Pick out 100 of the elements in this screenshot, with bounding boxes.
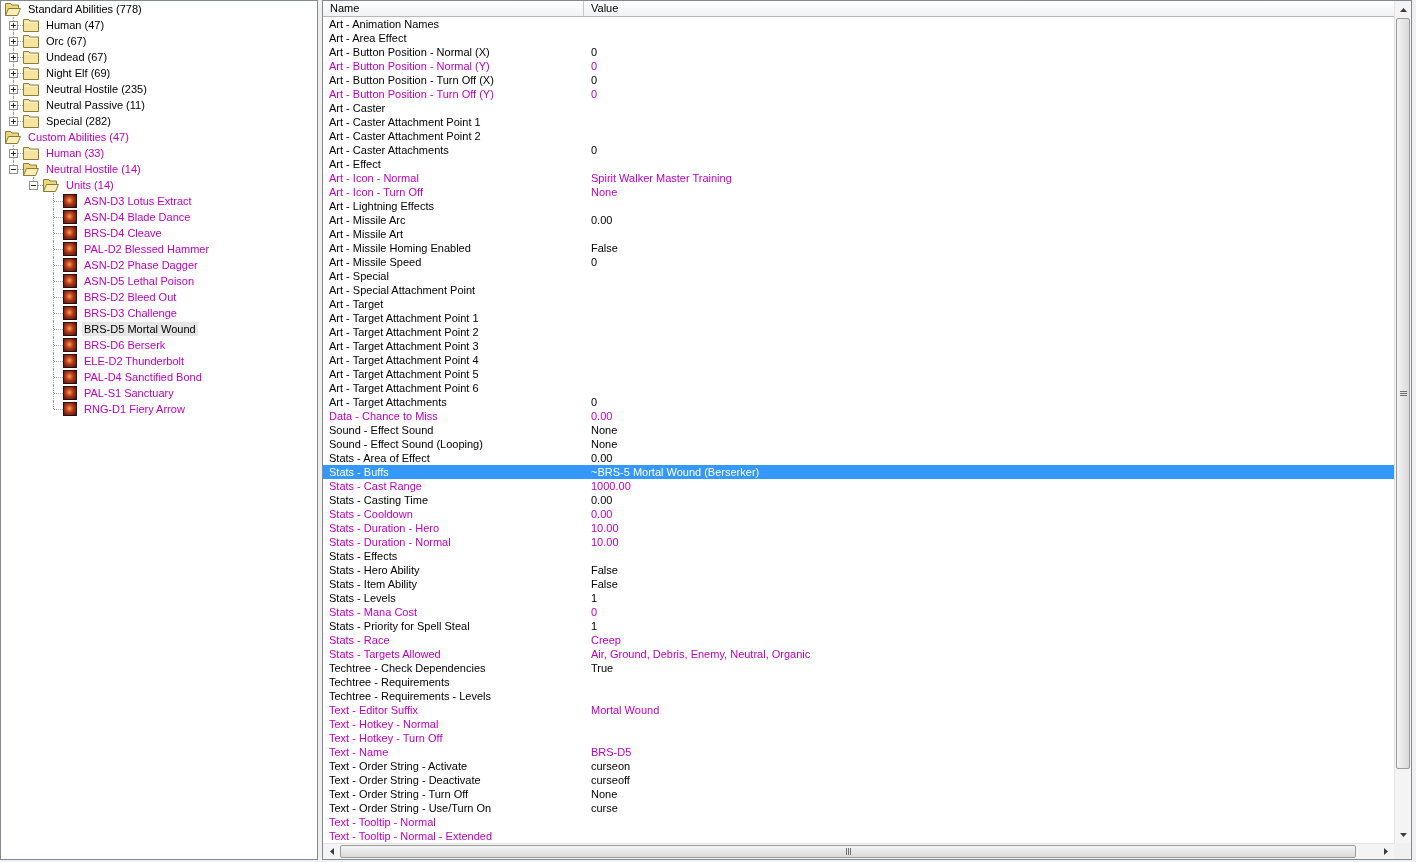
property-row[interactable]: Techtree - Check Dependencies True <box>323 661 1394 675</box>
tree-item[interactable]: Neutral Hostile (14) <box>44 162 143 176</box>
property-row[interactable]: Art - Target Attachment Point 1 <box>323 311 1394 325</box>
property-row[interactable]: Art - Target <box>323 297 1394 311</box>
tree-item[interactable]: RNG-D1 Fiery Arrow <box>82 402 187 416</box>
property-row[interactable]: Art - Missile Arc 0.00 <box>323 213 1394 227</box>
property-row[interactable]: Art - Target Attachment Point 4 <box>323 353 1394 367</box>
property-row[interactable]: Art - Caster Attachment Point 2 <box>323 129 1394 143</box>
property-row[interactable]: Stats - Levels 1 <box>323 591 1394 605</box>
property-row[interactable]: Stats - Hero Ability False <box>323 563 1394 577</box>
property-row[interactable]: Stats - Targets Allowed Air, Ground, Debris, Enemy, Neutral, Organic <box>323 647 1394 661</box>
property-row[interactable]: Art - Target Attachments 0 <box>323 395 1394 409</box>
property-row[interactable]: Art - Button Position - Normal (X) 0 <box>323 45 1394 59</box>
tree-item[interactable]: BRS-D3 Challenge <box>82 306 179 320</box>
property-row[interactable]: Techtree - Requirements - Levels <box>323 689 1394 703</box>
property-row[interactable]: Art - Lightning Effects <box>323 199 1394 213</box>
property-row[interactable]: Sound - Effect Sound (Looping) None <box>323 437 1394 451</box>
left-arrow-icon[interactable] <box>329 848 334 855</box>
tree-item[interactable]: Special (282) <box>44 114 113 128</box>
horizontal-scrollbar[interactable] <box>323 843 1394 859</box>
property-row[interactable]: Stats - Duration - Hero 10.00 <box>323 521 1394 535</box>
property-row[interactable]: Art - Icon - Turn Off None <box>323 185 1394 199</box>
tree-item[interactable]: ELE-D2 Thunderbolt <box>82 354 187 368</box>
property-row[interactable]: Art - Special Attachment Point <box>323 283 1394 297</box>
minus-toggle-icon[interactable] <box>29 181 38 190</box>
plus-toggle-icon[interactable] <box>9 21 18 30</box>
property-row[interactable]: Techtree - Requirements <box>323 675 1394 689</box>
vertical-scrollbar[interactable] <box>1394 1 1411 843</box>
tree-item[interactable]: ASN-D4 Blade Dance <box>82 210 193 224</box>
minus-toggle-icon[interactable] <box>9 165 18 174</box>
down-arrow-icon[interactable] <box>1399 832 1407 837</box>
scrollbar-thumb[interactable] <box>1396 18 1410 770</box>
tree-item[interactable]: Night Elf (69) <box>44 66 113 80</box>
property-row[interactable]: Data - Chance to Miss 0.00 <box>323 409 1394 423</box>
property-row[interactable]: Art - Missile Art <box>323 227 1394 241</box>
property-row[interactable]: Art - Missile Speed 0 <box>323 255 1394 269</box>
property-row[interactable]: Art - Icon - Normal Spirit Walker Master Training <box>323 171 1394 185</box>
tree-item[interactable]: PAL-D2 Blessed Hammer <box>82 242 212 256</box>
tree-item[interactable]: Human (33) <box>44 146 107 160</box>
property-row[interactable]: Sound - Effect Sound None <box>323 423 1394 437</box>
property-row[interactable]: Stats - Casting Time 0.00 <box>323 493 1394 507</box>
tree-item[interactable]: ASN-D5 Lethal Poison <box>82 274 197 288</box>
tree-item[interactable]: Neutral Hostile (235) <box>44 82 149 96</box>
property-row[interactable]: Art - Caster <box>323 101 1394 115</box>
property-row[interactable]: Art - Button Position - Turn Off (Y) 0 <box>323 87 1394 101</box>
plus-toggle-icon[interactable] <box>9 37 18 46</box>
tree-item[interactable]: PAL-S1 Sanctuary <box>82 386 176 400</box>
tree-item[interactable]: Undead (67) <box>44 50 110 64</box>
property-row[interactable]: Text - Tooltip - Normal <box>323 815 1394 829</box>
property-row[interactable]: Art - Missile Homing Enabled False <box>323 241 1394 255</box>
scrollbar-thumb[interactable] <box>340 845 1357 858</box>
tree-item[interactable]: Custom Abilities (47) <box>26 130 131 144</box>
property-row[interactable]: Art - Target Attachment Point 5 <box>323 367 1394 381</box>
property-row[interactable]: Text - Order String - Use/Turn On curse <box>323 801 1394 815</box>
right-arrow-icon[interactable] <box>1383 848 1388 855</box>
property-row[interactable]: Text - Order String - Activate curseon <box>323 759 1394 773</box>
tree-item[interactable]: BRS-D5 Mortal Wound <box>82 322 198 336</box>
property-row[interactable]: Stats - Duration - Normal 10.00 <box>323 535 1394 549</box>
plus-toggle-icon[interactable] <box>9 85 18 94</box>
property-row[interactable]: Art - Caster Attachment Point 1 <box>323 115 1394 129</box>
property-row[interactable]: Art - Special <box>323 269 1394 283</box>
column-header[interactable]: Name <box>323 1 584 17</box>
property-row[interactable]: Art - Target Attachment Point 2 <box>323 325 1394 339</box>
tree-item[interactable]: BRS-D6 Berserk <box>82 338 168 352</box>
tree-item[interactable]: BRS-D4 Cleave <box>82 226 164 240</box>
plus-toggle-icon[interactable] <box>9 69 18 78</box>
tree-item[interactable]: BRS-D2 Bleed Out <box>82 290 179 304</box>
plus-toggle-icon[interactable] <box>9 149 18 158</box>
property-row[interactable]: Text - Order String - Turn Off None <box>323 787 1394 801</box>
tree-item[interactable]: ASN-D2 Phase Dagger <box>82 258 200 272</box>
property-row[interactable]: Text - Name BRS-D5 <box>323 745 1394 759</box>
property-row[interactable]: Art - Target Attachment Point 3 <box>323 339 1394 353</box>
property-row[interactable]: Stats - Mana Cost 0 <box>323 605 1394 619</box>
property-row[interactable]: Stats - Race Creep <box>323 633 1394 647</box>
property-row[interactable]: Text - Editor Suffix Mortal Wound <box>323 703 1394 717</box>
property-row[interactable]: Art - Effect <box>323 157 1394 171</box>
plus-toggle-icon[interactable] <box>9 53 18 62</box>
property-row[interactable]: Art - Target Attachment Point 6 <box>323 381 1394 395</box>
property-row[interactable]: Art - Animation Names <box>323 17 1394 31</box>
property-row[interactable]: Art - Button Position - Normal (Y) 0 <box>323 59 1394 73</box>
tree-item[interactable]: ASN-D3 Lotus Extract <box>82 194 194 208</box>
column-header[interactable]: Value <box>584 1 1394 17</box>
property-row[interactable]: Stats - Cast Range 1000.00 <box>323 479 1394 493</box>
property-row[interactable]: Art - Button Position - Turn Off (X) 0 <box>323 73 1394 87</box>
property-row[interactable]: Art - Area Effect <box>323 31 1394 45</box>
property-row[interactable]: Stats - Priority for Spell Steal 1 <box>323 619 1394 633</box>
plus-toggle-icon[interactable] <box>9 101 18 110</box>
plus-toggle-icon[interactable] <box>9 117 18 126</box>
tree-item[interactable]: Neutral Passive (11) <box>44 98 147 112</box>
up-arrow-icon[interactable] <box>1399 7 1407 12</box>
property-row[interactable]: Art - Caster Attachments 0 <box>323 143 1394 157</box>
property-row[interactable]: Stats - Cooldown 0.00 <box>323 507 1394 521</box>
property-row[interactable]: Text - Hotkey - Turn Off <box>323 731 1394 745</box>
tree-item[interactable]: Units (14) <box>64 178 116 192</box>
property-row[interactable]: Text - Order String - Deactivate curseoff <box>323 773 1394 787</box>
property-row[interactable]: Stats - Area of Effect 0.00 <box>323 451 1394 465</box>
property-row[interactable]: Text - Hotkey - Normal <box>323 717 1394 731</box>
property-row[interactable]: Stats - Item Ability False <box>323 577 1394 591</box>
property-row[interactable]: Text - Tooltip - Normal - Extended <box>323 829 1394 843</box>
property-row[interactable]: Stats - Effects <box>323 549 1394 563</box>
